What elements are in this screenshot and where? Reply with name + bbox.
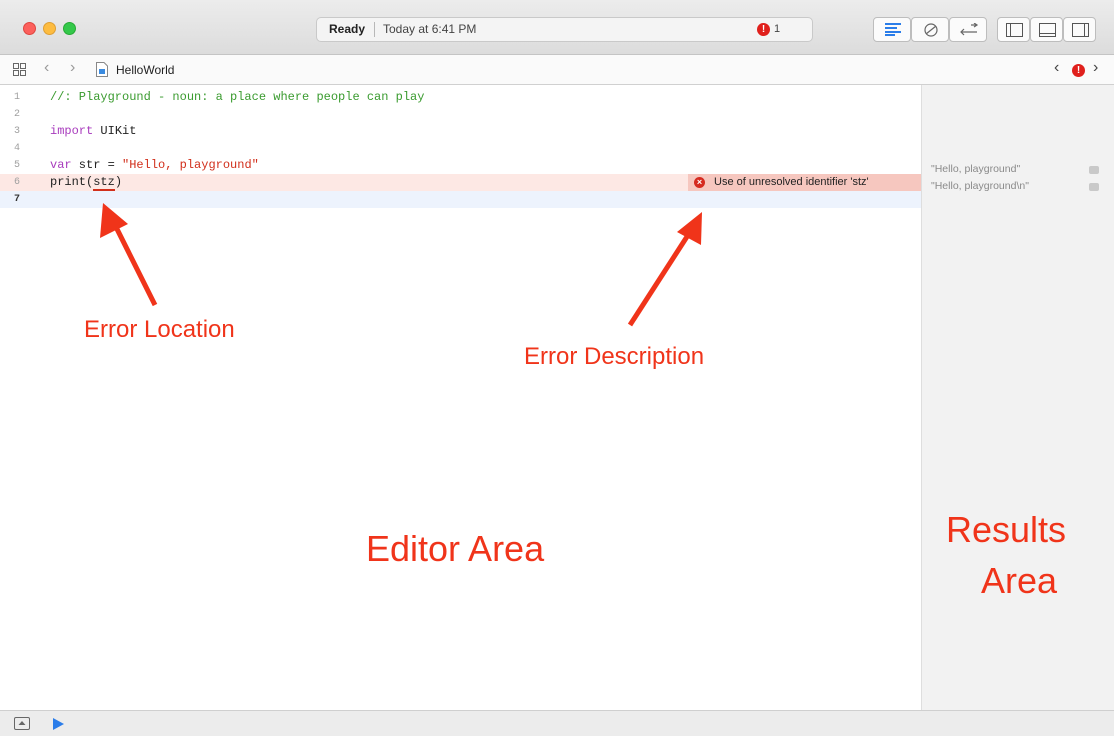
- console-toggle-icon[interactable]: [14, 717, 30, 730]
- annotation-results-area-line2: Area: [981, 560, 1058, 601]
- run-icon[interactable]: [53, 718, 65, 730]
- annotation-error-location: Error Location: [84, 316, 235, 343]
- debug-bar: [0, 710, 1114, 736]
- annotation-results-area-line1: Results: [946, 509, 1067, 550]
- error-location-arrow: [112, 223, 158, 307]
- error-location-arrowhead: [100, 203, 128, 238]
- error-description-arrow: [627, 230, 693, 327]
- annotation-editor-area: Editor Area: [366, 528, 545, 569]
- annotation-error-description: Error Description: [524, 343, 705, 370]
- error-description-arrowhead: [677, 212, 702, 245]
